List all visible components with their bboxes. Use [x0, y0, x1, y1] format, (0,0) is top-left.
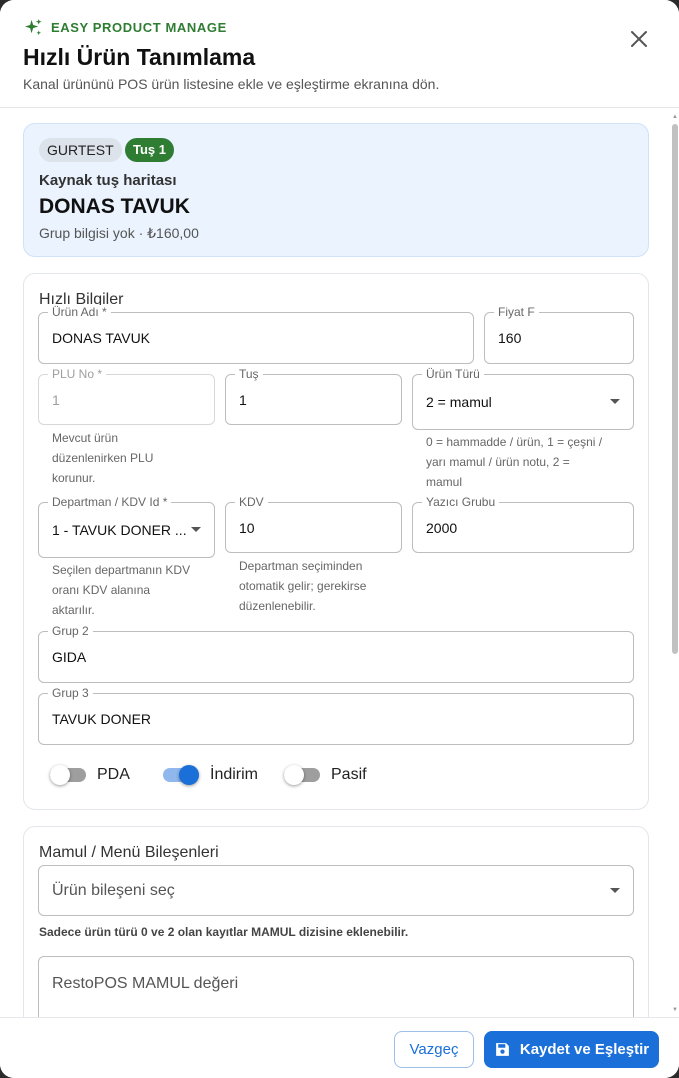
close-icon[interactable]	[627, 27, 651, 51]
source-meta: Grup bilgisi yok · ₺160,00	[39, 225, 199, 241]
group3-value: TAVUK DONER	[52, 711, 152, 727]
component-select[interactable]: Ürün bileşeni seç	[38, 865, 634, 916]
department-select[interactable]: Departman / KDV Id * 1 - TAVUK DONER ...	[38, 495, 215, 558]
product-type-value: 2 = mamul	[426, 394, 492, 410]
discount-toggle-label: İndirim	[210, 766, 259, 783]
chevron-down-icon	[610, 887, 620, 893]
dialog-header: EASY PRODUCT MANAGE Hızlı Ürün Tanımlama…	[0, 0, 679, 108]
plu-helper: Mevcut ürün düzenlenirken PLU korunur.	[52, 431, 154, 485]
pda-toggle-label: PDA	[97, 766, 130, 783]
source-key-chip: Tuş 1	[125, 138, 174, 162]
printer-group-field[interactable]: Yazıcı Grubu 2000	[412, 495, 634, 553]
group2-field[interactable]: Grup 2 GIDA	[38, 624, 634, 683]
price-value: 160	[498, 330, 522, 346]
brand-name: EASY PRODUCT MANAGE	[51, 20, 227, 35]
passive-toggle-label: Pasif	[331, 766, 367, 783]
product-type-select[interactable]: Ürün Türü 2 = mamul	[412, 367, 634, 430]
vat-helper: Departman seçiminden otomatik gelir; ger…	[239, 559, 367, 613]
dialog-body[interactable]: GURTEST Tuş 1 Kaynak tuş haritası DONAS …	[0, 109, 679, 1017]
chevron-down-icon	[191, 527, 201, 532]
printer-group-value: 2000	[426, 519, 458, 536]
source-label: Kaynak tuş haritası	[39, 172, 177, 189]
scrollbar-thumb[interactable]	[672, 124, 678, 654]
passive-toggle[interactable]: Pasif	[284, 763, 367, 787]
price-field[interactable]: Fiyat F 160	[484, 305, 634, 364]
discount-toggle[interactable]: İndirim	[163, 763, 258, 787]
mamul-placeholder: RestoPOS MAMUL değeri	[52, 975, 239, 992]
source-product-name: DONAS TAVUK	[39, 195, 190, 218]
sparkle-icon	[24, 18, 42, 36]
dialog-title: Hızlı Ürün Tanımlama	[23, 44, 256, 70]
save-button-label: Kaydet ve Eşleştir	[519, 1041, 650, 1058]
plu-field: PLU No * 1	[38, 367, 215, 425]
components-note: Sadece ürün türü 0 ve 2 olan kayıtlar MA…	[39, 925, 409, 939]
department-helper: Seçilen departmanın KDV oranı KDV alanın…	[52, 563, 191, 617]
save-icon	[496, 1043, 509, 1056]
product-name-value: DONAS TAVUK	[52, 330, 151, 346]
group3-field[interactable]: Grup 3 TAVUK DONER	[38, 686, 634, 745]
brand: EASY PRODUCT MANAGE	[24, 18, 227, 37]
source-code-chip: GURTEST	[39, 138, 122, 162]
plu-value: 1	[52, 391, 60, 408]
dialog-footer: Vazgeç Kaydet ve Eşleştir	[0, 1017, 679, 1078]
vat-field[interactable]: KDV 10	[225, 495, 402, 553]
key-field[interactable]: Tuş 1	[225, 367, 402, 425]
product-type-helper: 0 = hammadde / ürün, 1 = çeşni / yarı ma…	[426, 435, 603, 489]
quick-info-section: Hızlı Bilgiler Ürün Adı * DONAS TAVUK Fi…	[23, 273, 649, 810]
components-section: Mamul / Menü Bileşenleri Ürün bileşeni s…	[23, 826, 649, 1017]
group2-value: GIDA	[52, 649, 87, 665]
save-and-match-button[interactable]: Kaydet ve Eşleştir	[484, 1031, 659, 1068]
scrollbar[interactable]: ▲ ▼	[672, 114, 678, 1017]
dialog-subtitle: Kanal ürününü POS ürün listesine ekle ve…	[23, 76, 440, 92]
components-title: Mamul / Menü Bileşenleri	[39, 844, 219, 861]
key-value: 1	[239, 391, 247, 408]
pda-toggle[interactable]: PDA	[50, 763, 130, 787]
department-value: 1 - TAVUK DONER ...	[52, 522, 187, 538]
vat-value: 10	[239, 519, 255, 536]
mamul-textarea[interactable]: RestoPOS MAMUL değeri	[38, 956, 634, 1017]
component-select-placeholder: Ürün bileşeni seç	[52, 881, 175, 899]
product-name-field[interactable]: Ürün Adı * DONAS TAVUK	[38, 305, 474, 364]
quick-product-dialog: EASY PRODUCT MANAGE Hızlı Ürün Tanımlama…	[0, 0, 679, 1078]
source-key-card: GURTEST Tuş 1 Kaynak tuş haritası DONAS …	[23, 123, 649, 257]
cancel-button[interactable]: Vazgeç	[394, 1031, 474, 1068]
chevron-down-icon	[610, 399, 620, 404]
